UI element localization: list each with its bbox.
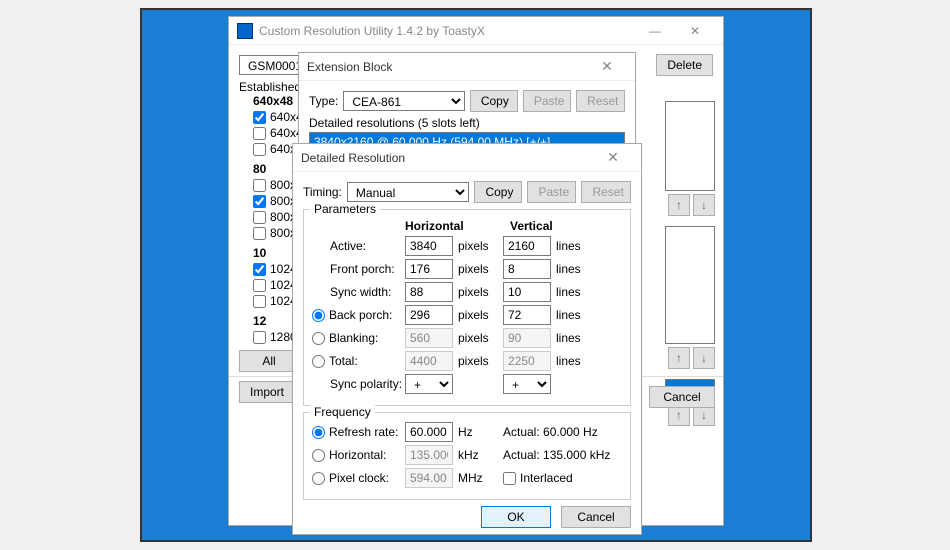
col-horizontal: Horizontal bbox=[405, 219, 505, 233]
det-cancel-button[interactable]: Cancel bbox=[561, 506, 631, 528]
parameters-legend: Parameters bbox=[310, 202, 380, 216]
back-porch-v-input[interactable] bbox=[503, 305, 551, 325]
parameters-group: Parameters Horizontal Vertical Active: p… bbox=[303, 209, 631, 406]
front-porch-h-input[interactable] bbox=[405, 259, 453, 279]
side-list-1[interactable] bbox=[665, 101, 715, 191]
import-button[interactable]: Import bbox=[239, 381, 295, 403]
detailed-titlebar: Detailed Resolution ✕ bbox=[293, 144, 641, 172]
sync-width-h-input[interactable] bbox=[405, 282, 453, 302]
polarity-h-select[interactable]: + bbox=[405, 374, 453, 394]
refresh-actual: Actual: 60.000 Hz bbox=[503, 425, 598, 439]
front-porch-label: Front porch: bbox=[312, 262, 400, 276]
timing-select[interactable]: Manual bbox=[347, 182, 470, 202]
sync-width-v-input[interactable] bbox=[503, 282, 551, 302]
active-h-input[interactable] bbox=[405, 236, 453, 256]
frequency-legend: Frequency bbox=[310, 405, 375, 419]
total-h-input bbox=[405, 351, 453, 371]
extension-title: Extension Block bbox=[307, 60, 587, 74]
back-porch-h-input[interactable] bbox=[405, 305, 453, 325]
ext-paste-button[interactable]: Paste bbox=[523, 90, 571, 112]
total-radio[interactable]: Total: bbox=[312, 354, 400, 368]
detailed-title: Detailed Resolution bbox=[301, 151, 593, 165]
main-cancel-button[interactable]: Cancel bbox=[649, 386, 715, 408]
refresh-rate-radio[interactable]: Refresh rate: bbox=[312, 425, 400, 439]
extension-titlebar: Extension Block ✕ bbox=[299, 53, 635, 81]
app-icon bbox=[237, 23, 253, 39]
ok-button[interactable]: OK bbox=[481, 506, 551, 528]
det-reset-button[interactable]: Reset bbox=[581, 181, 631, 203]
main-titlebar: Custom Resolution Utility 1.4.2 by Toast… bbox=[229, 17, 723, 45]
all-button[interactable]: All bbox=[239, 350, 299, 372]
det-copy-button[interactable]: Copy bbox=[474, 181, 522, 203]
type-select[interactable]: CEA-861 bbox=[343, 91, 464, 111]
frequency-group: Frequency Refresh rate: Hz Actual: 60.00… bbox=[303, 412, 631, 500]
horizontal-actual: Actual: 135.000 kHz bbox=[503, 448, 610, 462]
active-v-input[interactable] bbox=[503, 236, 551, 256]
det-paste-button[interactable]: Paste bbox=[527, 181, 576, 203]
col-vertical: Vertical bbox=[510, 219, 610, 233]
side-list-2[interactable] bbox=[665, 226, 715, 344]
active-h-unit: pixels bbox=[458, 239, 498, 253]
detailed-window: Detailed Resolution ✕ Timing: Manual Cop… bbox=[292, 143, 642, 535]
interlaced-checkbox[interactable]: Interlaced bbox=[503, 471, 573, 485]
pixel-clock-input bbox=[405, 468, 453, 488]
refresh-rate-input[interactable] bbox=[405, 422, 453, 442]
active-v-unit: lines bbox=[556, 239, 596, 253]
total-v-input bbox=[503, 351, 551, 371]
detailed-close-button[interactable]: ✕ bbox=[593, 149, 633, 166]
blanking-v-input bbox=[503, 328, 551, 348]
minimize-button[interactable]: — bbox=[635, 24, 675, 38]
active-label: Active: bbox=[312, 239, 400, 253]
viewport-frame: Custom Resolution Utility 1.4.2 by Toast… bbox=[140, 8, 812, 542]
move-down-button-1[interactable]: ↓ bbox=[693, 194, 715, 216]
close-button[interactable]: ✕ bbox=[675, 24, 715, 38]
type-label: Type: bbox=[309, 94, 338, 108]
horizontal-radio[interactable]: Horizontal: bbox=[312, 448, 400, 462]
back-porch-radio[interactable]: Back porch: bbox=[312, 308, 400, 322]
blanking-radio[interactable]: Blanking: bbox=[312, 331, 400, 345]
main-title: Custom Resolution Utility 1.4.2 by Toast… bbox=[259, 24, 635, 38]
horizontal-input bbox=[405, 445, 453, 465]
move-up-button-2[interactable]: ↑ bbox=[668, 347, 690, 369]
sync-width-label: Sync width: bbox=[312, 285, 400, 299]
move-up-button-1[interactable]: ↑ bbox=[668, 194, 690, 216]
extension-close-button[interactable]: ✕ bbox=[587, 58, 627, 75]
front-porch-v-input[interactable] bbox=[503, 259, 551, 279]
pixel-clock-radio[interactable]: Pixel clock: bbox=[312, 471, 400, 485]
sync-polarity-label: Sync polarity: bbox=[312, 377, 400, 391]
timing-label: Timing: bbox=[303, 185, 342, 199]
delete-button[interactable]: Delete bbox=[656, 54, 713, 76]
blanking-h-input bbox=[405, 328, 453, 348]
ext-reset-button[interactable]: Reset bbox=[576, 90, 625, 112]
detailed-label: Detailed resolutions (5 slots left) bbox=[309, 116, 625, 130]
ext-copy-button[interactable]: Copy bbox=[470, 90, 518, 112]
move-down-button-2[interactable]: ↓ bbox=[693, 347, 715, 369]
polarity-v-select[interactable]: + bbox=[503, 374, 551, 394]
